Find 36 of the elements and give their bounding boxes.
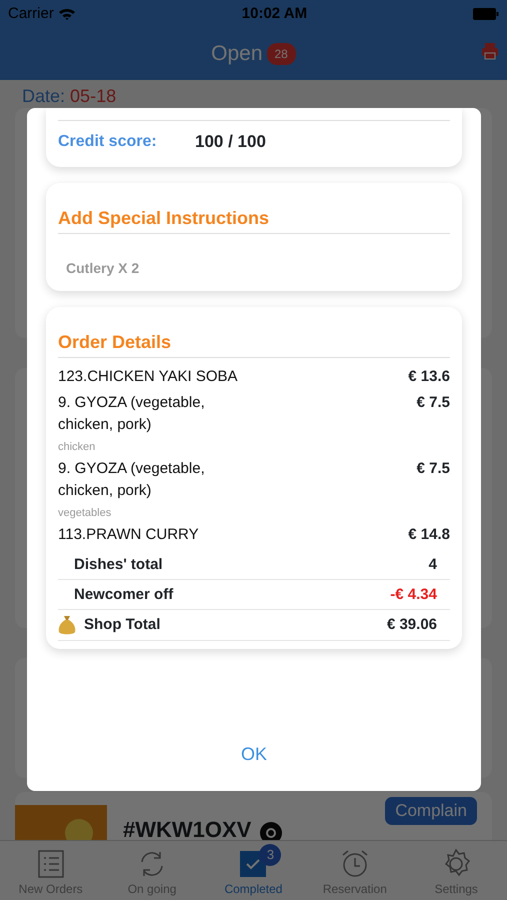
summary-label: Shop Total bbox=[84, 615, 160, 635]
money-bag-icon bbox=[58, 614, 76, 636]
credit-score-label: Credit score: bbox=[58, 132, 158, 152]
ok-button[interactable]: OK bbox=[234, 740, 273, 769]
section-title: Order Details bbox=[58, 328, 450, 358]
count-badge: 28 bbox=[266, 43, 296, 65]
summary-value: 4 bbox=[428, 554, 437, 574]
summary-value: € 39.06 bbox=[386, 615, 437, 635]
item-note: vegetables bbox=[58, 506, 112, 518]
item-name: 9. GYOZA (vegetable, chicken, pork) bbox=[58, 458, 206, 500]
item-price: € 7.5 bbox=[416, 392, 450, 412]
item-name: 123.CHICKEN YAKI SOBA bbox=[58, 366, 238, 386]
item-price: € 7.5 bbox=[416, 458, 450, 478]
item-name: 113.PRAWN CURRY bbox=[58, 524, 199, 544]
tab[interactable]: Completed 3 bbox=[203, 844, 304, 898]
battery-icon bbox=[473, 8, 499, 20]
item-name: 9. GYOZA (vegetable, chicken, pork) bbox=[58, 392, 206, 434]
section-title: Add Special Instructions bbox=[58, 204, 450, 234]
item-price: € 13.6 bbox=[408, 366, 450, 386]
credit-score-value: 100 / 100 bbox=[195, 131, 266, 153]
summary-label: Dishes' total bbox=[74, 554, 163, 574]
printer-icon[interactable] bbox=[481, 42, 499, 60]
date-value: 05-18 bbox=[70, 86, 116, 106]
clock-time: 10:02 AM bbox=[242, 4, 308, 24]
item-price: € 14.8 bbox=[408, 524, 450, 544]
page-title: Open bbox=[211, 41, 262, 68]
count-badge: 3 bbox=[259, 844, 282, 866]
carrier-label: Carrier bbox=[8, 4, 54, 24]
order-code: #WKW1OXV bbox=[123, 816, 252, 840]
instructions-text: Cutlery X 2 bbox=[66, 260, 140, 276]
summary-value: -€ 4.34 bbox=[390, 584, 437, 604]
item-note: chicken bbox=[58, 440, 96, 452]
wifi-icon bbox=[58, 8, 76, 20]
summary-label: Newcomer off bbox=[74, 584, 174, 604]
date-label: Date: bbox=[22, 86, 66, 106]
complain-button[interactable]: Complain bbox=[385, 797, 477, 824]
